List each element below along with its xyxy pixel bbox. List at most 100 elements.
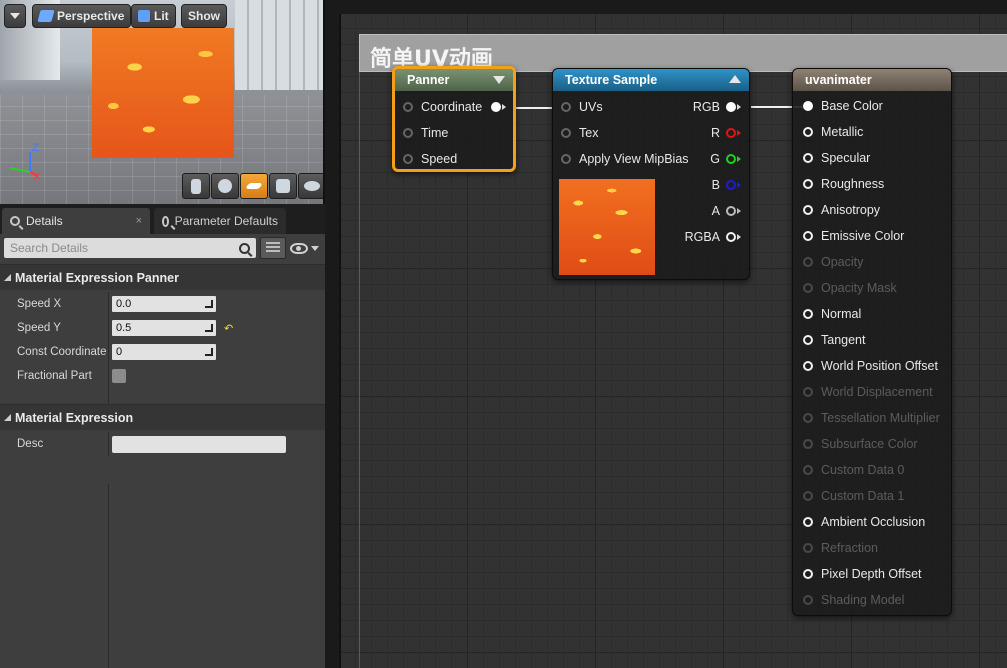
pin-label: Pixel Depth Offset <box>821 567 922 581</box>
pin-label: Specular <box>821 151 871 165</box>
view-options-button[interactable] <box>290 242 319 254</box>
preview-mesh <box>92 28 234 158</box>
material-graph[interactable]: 简单UV动画 Panner Coordinate Time Speed Text… <box>325 0 1007 668</box>
material-input-row[interactable]: Specular <box>803 148 870 168</box>
collapse-arrow-icon <box>4 274 11 281</box>
panner-input-speed[interactable]: Speed <box>403 149 457 169</box>
input-pin[interactable] <box>403 154 413 164</box>
texture-output-r[interactable]: R <box>711 123 741 143</box>
input-pin[interactable] <box>803 517 813 527</box>
output-pin[interactable] <box>726 102 736 112</box>
show-label: Show <box>188 9 220 23</box>
input-pin[interactable] <box>561 128 571 138</box>
output-pin[interactable] <box>491 102 501 112</box>
output-pin[interactable] <box>726 232 736 242</box>
material-input-row[interactable]: Pixel Depth Offset <box>803 564 922 584</box>
search-input[interactable]: Search Details <box>4 238 256 258</box>
material-input-row[interactable]: Metallic <box>803 122 863 142</box>
tab-parameter-defaults[interactable]: Parameter Defaults <box>154 208 286 234</box>
material-input-row[interactable]: Base Color <box>803 96 883 116</box>
input-pin[interactable] <box>561 102 571 112</box>
fractional-part-checkbox[interactable] <box>112 369 126 383</box>
panner-input-coordinate[interactable]: Coordinate <box>403 97 482 117</box>
input-pin[interactable] <box>803 335 813 345</box>
input-pin[interactable] <box>803 205 813 215</box>
input-pin[interactable] <box>803 231 813 241</box>
panner-input-time[interactable]: Time <box>403 123 448 143</box>
material-input-row[interactable]: Normal <box>803 304 861 324</box>
output-pin[interactable] <box>726 180 736 190</box>
tab-details[interactable]: Details × <box>2 208 150 234</box>
texture-output-rgba[interactable]: RGBA <box>685 227 741 247</box>
input-pin[interactable] <box>803 179 813 189</box>
drag-handle-icon[interactable] <box>205 300 213 308</box>
pin-label: Opacity Mask <box>821 281 897 295</box>
cube-icon[interactable] <box>269 173 297 199</box>
plane-icon[interactable] <box>240 173 268 199</box>
panner-node[interactable]: Panner Coordinate Time Speed <box>392 66 516 172</box>
desc-input[interactable] <box>112 435 286 453</box>
input-pin[interactable] <box>803 127 813 137</box>
show-button[interactable]: Show <box>181 4 227 28</box>
sphere-icon[interactable] <box>211 173 239 199</box>
drag-handle-icon[interactable] <box>205 348 213 356</box>
node-header[interactable]: Texture Sample <box>553 69 749 91</box>
material-input-row[interactable]: World Position Offset <box>803 356 938 376</box>
viewport-menu-button[interactable] <box>4 4 26 28</box>
texture-input-uvs[interactable]: UVs <box>561 97 603 117</box>
pin-label: A <box>711 204 720 218</box>
material-input-row[interactable]: Anisotropy <box>803 200 880 220</box>
input-pin[interactable] <box>403 128 413 138</box>
camera-icon <box>37 10 55 22</box>
input-pin <box>803 491 813 501</box>
material-input-row[interactable]: Ambient Occlusion <box>803 512 925 532</box>
cylinder-icon[interactable] <box>182 173 210 199</box>
graph-canvas[interactable]: 简单UV动画 Panner Coordinate Time Speed Text… <box>339 14 1007 668</box>
collapse-arrow-icon[interactable] <box>729 75 741 83</box>
perspective-button[interactable]: Perspective <box>32 4 132 28</box>
material-input-row[interactable]: Roughness <box>803 174 884 194</box>
texture-input-tex[interactable]: Tex <box>561 123 598 143</box>
output-pin[interactable] <box>726 154 736 164</box>
texture-output-b[interactable]: B <box>712 175 741 195</box>
close-icon[interactable]: × <box>136 215 142 227</box>
texture-output-rgb[interactable]: RGB <box>693 97 741 117</box>
property-matrix-button[interactable] <box>260 237 286 259</box>
node-header[interactable]: uvanimater <box>793 69 951 91</box>
lit-button[interactable]: Lit <box>131 4 176 28</box>
output-pin[interactable] <box>726 128 736 138</box>
reset-to-default-icon[interactable]: ↶ <box>224 322 233 335</box>
node-header[interactable]: Panner <box>395 69 513 91</box>
input-pin[interactable] <box>803 569 813 579</box>
texture-sample-node[interactable]: Texture Sample UVs Tex Apply View MipBia… <box>552 68 750 280</box>
material-result-node[interactable]: uvanimater Base Color Metallic Specular Rou… <box>792 68 952 616</box>
input-pin[interactable] <box>803 309 813 319</box>
collapse-arrow-icon[interactable] <box>493 76 505 84</box>
material-input-row[interactable]: Tangent <box>803 330 865 350</box>
preview-viewport[interactable]: Perspective Lit Show Z X <box>0 0 325 204</box>
texture-input-mipbias[interactable]: Apply View MipBias <box>561 149 689 169</box>
category-title: Material Expression Panner <box>15 270 179 285</box>
panner-output[interactable] <box>491 97 506 117</box>
custom-mesh-icon[interactable] <box>298 173 323 199</box>
texture-output-g[interactable]: G <box>710 149 741 169</box>
material-input-row: Refraction <box>803 538 878 558</box>
texture-preview-thumbnail[interactable] <box>559 179 655 275</box>
material-input-row[interactable]: Emissive Color <box>803 226 904 246</box>
input-pin[interactable] <box>561 154 571 164</box>
speed-x-field[interactable]: 0.0 <box>112 296 216 312</box>
input-pin[interactable] <box>803 153 813 163</box>
input-pin[interactable] <box>803 361 813 371</box>
category-material-expression[interactable]: Material Expression <box>0 404 325 430</box>
material-input-row: Opacity <box>803 252 863 272</box>
input-pin[interactable] <box>403 102 413 112</box>
output-pin[interactable] <box>726 206 736 216</box>
speed-y-field[interactable]: 0.5 <box>112 320 216 336</box>
input-pin[interactable] <box>803 101 813 111</box>
pin-label: Emissive Color <box>821 229 905 243</box>
texture-output-a[interactable]: A <box>712 201 741 221</box>
category-material-expression-panner[interactable]: Material Expression Panner <box>0 264 325 290</box>
category-title: Material Expression <box>15 410 134 425</box>
const-coordinate-field[interactable]: 0 <box>112 344 216 360</box>
drag-handle-icon[interactable] <box>205 324 213 332</box>
